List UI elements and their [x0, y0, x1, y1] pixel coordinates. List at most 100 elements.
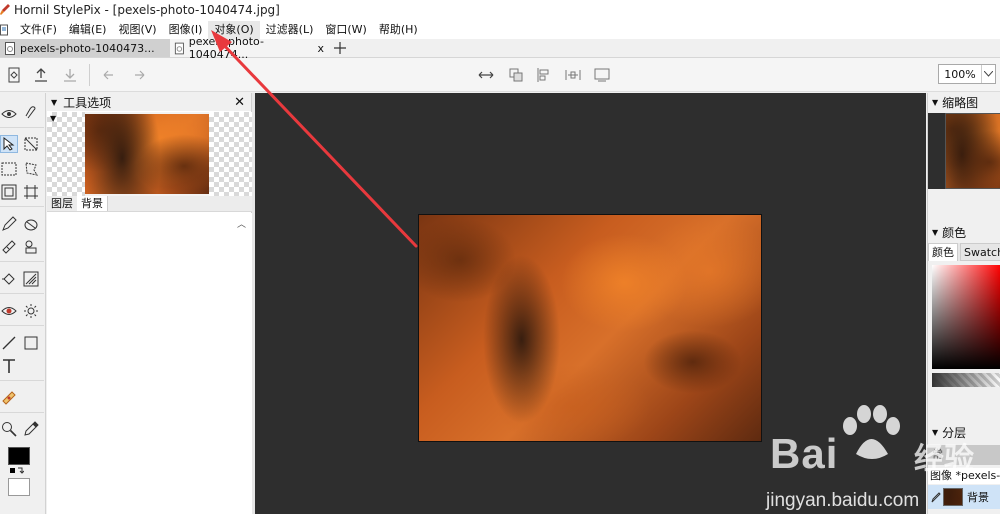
marquee-rect-icon: [1, 162, 17, 176]
alpha-slider[interactable]: [932, 373, 1000, 387]
lasso-icon: [25, 162, 39, 176]
lasso-tool[interactable]: [22, 160, 40, 178]
upload-button[interactable]: [31, 65, 51, 85]
stamp-icon: [25, 240, 37, 254]
eraser-icon: [24, 219, 38, 231]
heal-tool[interactable]: [0, 238, 18, 256]
menu-file[interactable]: 文件(F): [14, 21, 63, 39]
crop-tool[interactable]: [22, 183, 40, 201]
chevron-down-icon[interactable]: [981, 65, 995, 83]
tool-palette: [0, 93, 46, 514]
flip-horizontal-button[interactable]: [476, 65, 496, 85]
collapse-triangle-icon[interactable]: ▼: [51, 98, 57, 107]
cursor-arrow-icon: [3, 137, 15, 151]
crop-icon: [24, 185, 38, 199]
layer-row-background[interactable]: 背景: [928, 485, 1000, 509]
arrange-button[interactable]: [506, 65, 526, 85]
sticker-tool[interactable]: [0, 389, 18, 407]
document-icon: [174, 42, 184, 54]
canvas-area[interactable]: [255, 93, 926, 514]
swap-colors-icon[interactable]: [10, 467, 25, 477]
menu-view[interactable]: 视图(V): [112, 21, 162, 39]
menu-bar: 文件(F) 编辑(E) 视图(V) 图像(I) 对象(O) 过滤器(L) 窗口(…: [0, 20, 1000, 39]
fill-tool[interactable]: [0, 270, 18, 288]
color-tabs: 颜色 Swatch: [928, 243, 1000, 261]
zoom-tool[interactable]: [0, 420, 18, 438]
tab-color[interactable]: 颜色: [928, 243, 958, 261]
close-icon[interactable]: ✕: [234, 95, 245, 110]
foreground-color-swatch[interactable]: [8, 447, 30, 465]
brush-tool[interactable]: [0, 215, 18, 233]
layer-row-image[interactable]: 图像 *pexels-p: [928, 468, 1000, 484]
tool-separator: [0, 293, 44, 294]
align-button[interactable]: [534, 65, 554, 85]
rect-select-tool[interactable]: [0, 160, 18, 178]
panel-title: 缩略图: [942, 95, 979, 110]
panel-title: 颜色: [942, 225, 967, 240]
document-image[interactable]: [418, 214, 762, 442]
collapse-triangle-icon[interactable]: ▼: [932, 228, 938, 237]
sun-icon: [24, 304, 38, 318]
background-color-swatch[interactable]: [8, 478, 30, 496]
crop-frame-tool[interactable]: [0, 183, 18, 201]
toolbar-separator: [89, 64, 90, 86]
undo-icon: [103, 70, 113, 80]
collapse-triangle-icon[interactable]: ▼: [932, 428, 938, 437]
panel-title: 分层: [942, 425, 967, 440]
collapse-triangle-icon[interactable]: ▼: [932, 98, 938, 107]
tab-swatch[interactable]: Swatch: [960, 243, 1000, 261]
redo-button[interactable]: [130, 65, 150, 85]
eyedropper-tool[interactable]: [22, 420, 40, 438]
navigator-thumbnail[interactable]: [945, 113, 1000, 189]
transparent-area: [209, 112, 252, 196]
collapse-triangle-icon[interactable]: ▼: [50, 114, 56, 123]
pointer-tool[interactable]: [0, 135, 18, 153]
tab-document-1040473[interactable]: pexels-photo-1040473...: [0, 39, 170, 57]
blend-mode-select[interactable]: 常: [928, 445, 1000, 465]
tab-close-button[interactable]: x: [317, 42, 324, 55]
title-bar: Hornil StylePix - [pexels-photo-1040474.…: [0, 0, 1000, 20]
download-button[interactable]: [60, 65, 80, 85]
red-eye-icon: [1, 307, 17, 315]
add-tab-button[interactable]: [330, 39, 350, 57]
brightness-tool[interactable]: [22, 302, 40, 320]
tab-layer[interactable]: 图层: [47, 196, 77, 211]
menu-window[interactable]: 窗口(W): [319, 21, 372, 39]
eye-icon: [1, 110, 17, 118]
plus-icon: [334, 42, 346, 54]
tab-label: pexels-photo-1040473...: [20, 41, 155, 55]
stamp-tool[interactable]: [22, 238, 40, 256]
shape-tool[interactable]: [22, 334, 40, 352]
thumbnail-panel-header: ▼ 缩略图: [928, 93, 1000, 111]
eraser-tool[interactable]: [22, 215, 40, 233]
new-file-button[interactable]: [4, 65, 24, 85]
chevron-up-icon[interactable]: ︿: [237, 217, 246, 230]
menu-help[interactable]: 帮助(H): [373, 21, 424, 39]
window-title: Hornil StylePix - [pexels-photo-1040474.…: [14, 3, 280, 17]
gradient-tool[interactable]: [22, 270, 40, 288]
red-eye-tool[interactable]: [0, 302, 18, 320]
tool-separator: [0, 206, 44, 207]
undo-button[interactable]: [98, 65, 118, 85]
menu-edit[interactable]: 编辑(E): [63, 21, 113, 39]
zoom-value: 100%: [944, 67, 976, 81]
canvas-size-button[interactable]: [592, 65, 612, 85]
eyedropper-icon: [24, 421, 39, 436]
zoom-select[interactable]: 100%: [938, 64, 996, 84]
text-tool[interactable]: [0, 357, 18, 375]
pencil-icon: [931, 492, 941, 503]
line-icon: [2, 336, 16, 350]
distribute-button[interactable]: [563, 65, 583, 85]
transform-tool[interactable]: [22, 135, 40, 153]
view-tool[interactable]: [0, 105, 18, 123]
clip-tool[interactable]: [22, 105, 40, 123]
tab-background[interactable]: 背景: [77, 196, 108, 211]
tab-document-1040474[interactable]: pexels-photo-1040474... x: [170, 35, 330, 61]
tool-separator: [0, 127, 44, 128]
download-icon: [64, 69, 76, 82]
tool-separator: [0, 325, 44, 326]
color-picker-field[interactable]: [932, 265, 1000, 369]
transparent-area: [47, 112, 85, 196]
distribute-icon: [565, 70, 581, 80]
line-tool[interactable]: [0, 334, 18, 352]
